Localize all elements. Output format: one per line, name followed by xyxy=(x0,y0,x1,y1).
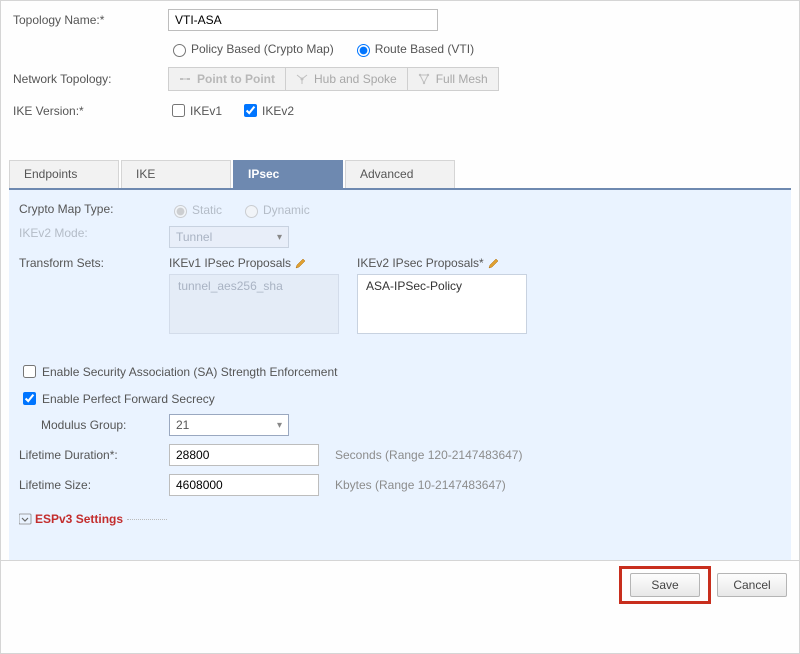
save-highlight: Save xyxy=(619,566,711,604)
topology-name-label: Topology Name:* xyxy=(13,13,168,27)
ikev1-label: IKEv1 xyxy=(190,104,222,118)
policy-based-label: Policy Based (Crypto Map) xyxy=(191,42,334,56)
policy-based-radio[interactable]: Policy Based (Crypto Map) xyxy=(168,41,334,57)
lifetime-duration-input[interactable] xyxy=(169,444,319,466)
ikev2-label: IKEv2 xyxy=(262,104,294,118)
crypto-static-label: Static xyxy=(192,203,222,217)
tab-endpoints[interactable]: Endpoints xyxy=(9,160,119,188)
list-item: ASA-IPSec-Policy xyxy=(366,279,518,293)
ikev1-checkbox[interactable]: IKEv1 xyxy=(168,101,222,120)
list-item: tunnel_aes256_sha xyxy=(178,279,330,293)
collapse-icon[interactable] xyxy=(19,512,33,526)
lifetime-duration-hint: Seconds (Range 120-2147483647) xyxy=(335,448,522,462)
ikev1-proposals-title: IKEv1 IPsec Proposals xyxy=(169,256,291,270)
sa-strength-label: Enable Security Association (SA) Strengt… xyxy=(42,365,337,379)
divider xyxy=(127,519,167,520)
pfs-label: Enable Perfect Forward Secrecy xyxy=(42,392,215,406)
network-topology-label: Network Topology: xyxy=(13,72,168,86)
route-based-radio[interactable]: Route Based (VTI) xyxy=(352,41,474,57)
tab-advanced[interactable]: Advanced xyxy=(345,160,455,188)
crypto-dynamic-label: Dynamic xyxy=(263,203,310,217)
sa-strength-checkbox[interactable]: Enable Security Association (SA) Strengt… xyxy=(19,362,781,381)
ikev2-mode-select: Tunnel ▾ xyxy=(169,226,289,248)
modulus-group-value: 21 xyxy=(176,418,189,432)
pfs-checkbox[interactable]: Enable Perfect Forward Secrecy xyxy=(19,389,781,408)
ikev2-proposals-title: IKEv2 IPsec Proposals* xyxy=(357,256,484,270)
p2p-icon xyxy=(179,73,191,85)
tab-ipsec[interactable]: IPsec xyxy=(233,160,343,188)
chevron-down-icon: ▾ xyxy=(277,232,282,243)
ikev2-mode-label: IKEv2 Mode: xyxy=(19,226,169,240)
save-button[interactable]: Save xyxy=(630,573,700,597)
lifetime-size-hint: Kbytes (Range 10-2147483647) xyxy=(335,478,506,492)
crypto-static-radio: Static xyxy=(169,202,222,218)
dialog-footer: Save Cancel xyxy=(1,560,799,608)
route-based-label: Route Based (VTI) xyxy=(375,42,474,56)
fullmesh-button: Full Mesh xyxy=(408,68,498,90)
cancel-button[interactable]: Cancel xyxy=(717,573,787,597)
hub-label: Hub and Spoke xyxy=(314,72,397,86)
network-topology-segmented: Point to Point Hub and Spoke Full Mesh xyxy=(168,67,499,91)
vpn-topology-form: Topology Name:* Policy Based (Crypto Map… xyxy=(0,0,800,654)
pencil-icon[interactable] xyxy=(295,257,307,269)
espv3-settings-title[interactable]: ESPv3 Settings xyxy=(35,512,123,526)
crypto-dynamic-radio: Dynamic xyxy=(240,202,310,218)
fullmesh-label: Full Mesh xyxy=(436,72,488,86)
hub-icon xyxy=(296,73,308,85)
ike-version-label: IKE Version:* xyxy=(13,104,168,118)
ikev1-proposals-list: tunnel_aes256_sha xyxy=(169,274,339,334)
hub-button: Hub and Spoke xyxy=(286,68,408,90)
fullmesh-icon xyxy=(418,73,430,85)
ikev2-proposals-list[interactable]: ASA-IPSec-Policy xyxy=(357,274,527,334)
modulus-group-select[interactable]: 21 ▾ xyxy=(169,414,289,436)
p2p-button: Point to Point xyxy=(169,68,286,90)
lifetime-size-input[interactable] xyxy=(169,474,319,496)
chevron-down-icon: ▾ xyxy=(277,420,282,431)
topology-name-input[interactable] xyxy=(168,9,438,31)
ikev2-mode-value: Tunnel xyxy=(176,230,212,244)
ikev2-checkbox[interactable]: IKEv2 xyxy=(240,101,294,120)
p2p-label: Point to Point xyxy=(197,72,275,86)
ipsec-panel: Crypto Map Type: Static Dynamic IKEv2 Mo… xyxy=(9,190,791,560)
tab-ike[interactable]: IKE xyxy=(121,160,231,188)
pencil-icon[interactable] xyxy=(488,257,500,269)
transform-sets-label: Transform Sets: xyxy=(19,256,169,270)
tab-bar: Endpoints IKE IPsec Advanced xyxy=(9,160,791,190)
crypto-map-label: Crypto Map Type: xyxy=(19,202,169,216)
modulus-group-label: Modulus Group: xyxy=(41,418,169,432)
lifetime-duration-label: Lifetime Duration*: xyxy=(19,448,169,462)
lifetime-size-label: Lifetime Size: xyxy=(19,478,169,492)
